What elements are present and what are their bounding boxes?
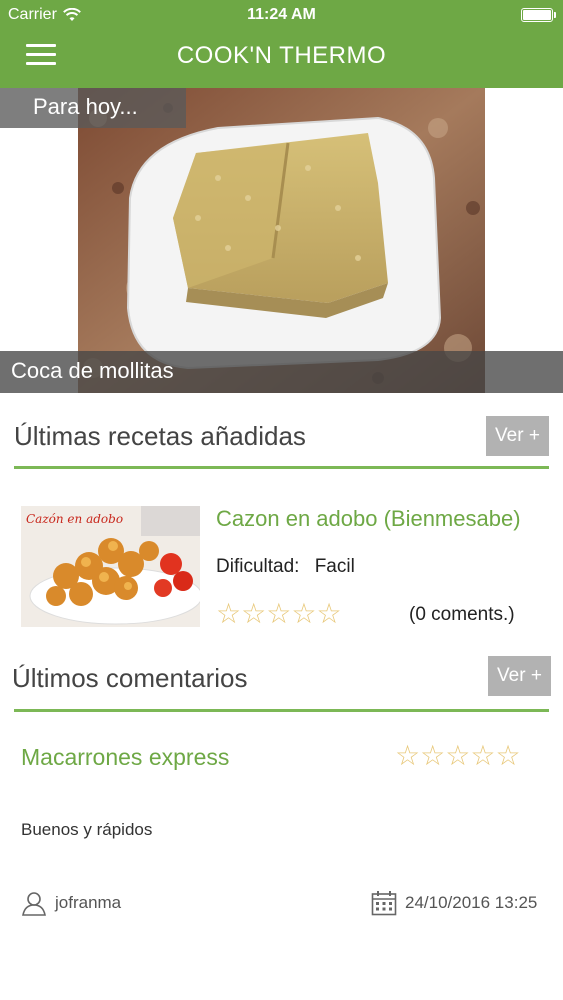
recipe-difficulty: Dificultad: Facil	[216, 556, 355, 578]
difficulty-value: Facil	[314, 556, 355, 577]
star-icon: ☆	[420, 740, 446, 771]
top-bar: Carrier 11:24 AM COOK'N THERMO	[0, 0, 563, 88]
star-icon: ☆	[445, 740, 471, 771]
star-icon: ☆	[395, 740, 421, 771]
app-title: COOK'N THERMO	[176, 42, 387, 69]
star-icon: ☆	[266, 598, 292, 629]
status-bar: Carrier 11:24 AM	[0, 0, 563, 30]
star-icon: ☆	[495, 740, 521, 771]
latest-comments-title: Últimos comentarios	[12, 663, 248, 693]
recipe-rating: ☆ ☆ ☆ ☆ ☆	[216, 597, 342, 630]
status-time: 11:24 AM	[247, 6, 316, 23]
comment-recipe-link[interactable]: Macarrones express	[21, 744, 229, 771]
star-icon: ☆	[241, 598, 267, 629]
recipe-title-link[interactable]: Cazon en adobo (Bienmesabe)	[216, 506, 521, 532]
comment-date: 24/10/2016 13:25	[371, 890, 537, 916]
comment-username: jofranma	[55, 893, 122, 912]
comment-rating: ☆ ☆ ☆ ☆ ☆	[395, 739, 521, 772]
featured-recipe-title: Coca de mollitas	[0, 351, 563, 393]
star-icon: ☆	[316, 598, 342, 629]
section-divider	[14, 466, 549, 469]
latest-recipes-title: Últimas recetas añadidas	[14, 421, 306, 451]
recipe-thumbnail-caption: Cazón en adobo	[26, 512, 123, 526]
calendar-icon	[371, 891, 397, 916]
difficulty-label: Dificultad:	[216, 556, 300, 577]
featured-tag: Para hoy...	[0, 88, 186, 128]
battery-icon	[521, 8, 556, 22]
star-icon: ☆	[216, 598, 242, 629]
comment-text: Buenos y rápidos	[21, 820, 153, 839]
comment-datetime: 24/10/2016 13:25	[405, 893, 538, 912]
section-divider	[14, 709, 549, 712]
recipe-comment-count: (0 coments.)	[409, 604, 515, 625]
star-icon: ☆	[470, 740, 496, 771]
user-icon	[22, 892, 46, 916]
recipe-thumbnail[interactable]: Cazón en adobo	[21, 506, 200, 627]
star-icon: ☆	[291, 598, 317, 629]
latest-comments-more-button[interactable]: Ver +	[488, 656, 551, 696]
comment-author: jofranma	[21, 890, 121, 916]
latest-recipes-more-button[interactable]: Ver +	[486, 416, 549, 456]
featured-recipe[interactable]: Para hoy... Coca de mollitas	[0, 88, 563, 393]
featured-recipe-photo[interactable]	[78, 88, 485, 393]
